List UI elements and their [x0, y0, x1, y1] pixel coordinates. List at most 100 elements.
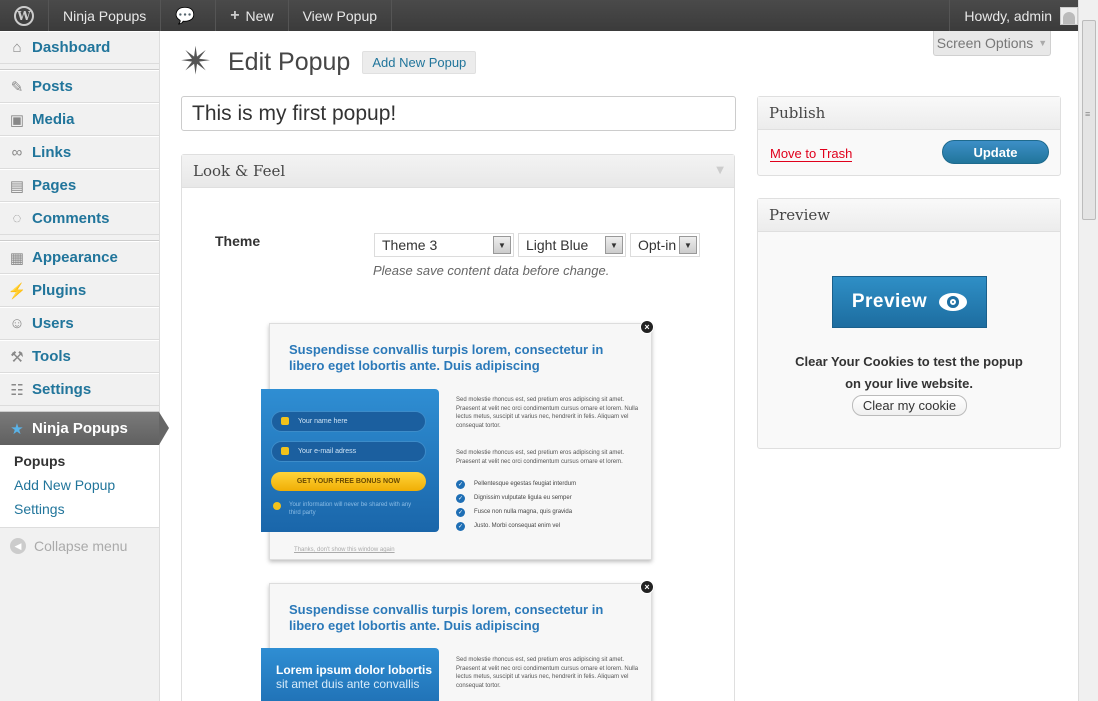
sidebar-item-label: Tools	[32, 348, 71, 365]
look-feel-title: Look & Feel	[193, 162, 286, 180]
comment-icon: ◌	[12, 210, 22, 227]
wordpress-logo-icon: W	[14, 5, 34, 26]
link-icon: ∞	[11, 144, 23, 161]
ninja-star-icon: ✴	[180, 41, 212, 83]
dropdown-arrow-icon: ▼	[605, 236, 623, 254]
plug-icon: ⚡	[7, 282, 27, 300]
sidebar-item-posts[interactable]: ✎ Posts	[0, 70, 159, 103]
site-name-link[interactable]: Ninja Popups	[49, 0, 162, 31]
preview-title: Preview	[769, 206, 831, 224]
bonus-button: GET YOUR FREE BONUS NOW	[271, 472, 426, 491]
sidebar-item-label: Appearance	[32, 249, 118, 266]
scrollbar-grip-icon: ≡	[1085, 109, 1091, 119]
name-field-label: Your name here	[298, 418, 348, 425]
sidebar-item-label: Media	[32, 111, 75, 128]
theme-preview-2[interactable]: × Suspendisse convallis turpis lorem, co…	[261, 580, 654, 701]
new-label: New	[245, 7, 274, 24]
collapse-menu-button[interactable]: ◀ Collapse menu	[0, 528, 159, 564]
check-icon: ✓	[456, 479, 465, 489]
sidebar-item-dashboard[interactable]: ⌂ Dashboard	[0, 31, 159, 64]
mail-icon	[281, 447, 289, 455]
sidebar-item-users[interactable]: ☺ Users	[0, 307, 159, 340]
vertical-scrollbar[interactable]: ≡	[1078, 0, 1098, 701]
sidebar-item-ninja-popups[interactable]: ★ Ninja Popups	[0, 412, 169, 445]
sidebar-item-tools[interactable]: ⚒ Tools	[0, 340, 159, 373]
collapse-menu-label: Collapse menu	[34, 538, 128, 554]
cookie-line-2: on your live website.	[845, 376, 973, 391]
sidebar-item-appearance[interactable]: ▦ Appearance	[0, 241, 159, 274]
sidebar-item-label: Ninja Popups	[32, 420, 128, 437]
check-icon: ✓	[456, 507, 465, 517]
move-to-trash-link[interactable]: Move to Trash	[770, 146, 853, 162]
preview-button[interactable]: Preview	[832, 276, 987, 328]
sidebar-item-media[interactable]: ▣ Media	[0, 103, 159, 136]
check-item: ✓ Fusce non nulla magna, quis gravida	[456, 507, 572, 517]
publish-title: Publish	[769, 104, 826, 122]
dashboard-icon: ⌂	[12, 39, 22, 56]
check-text: Pellentesque egestas feugiat interdum	[474, 481, 577, 487]
type-select[interactable]: Opt-in ▼	[630, 233, 700, 257]
look-feel-header[interactable]: Look & Feel ▼	[182, 155, 734, 188]
body-paragraph: Sed molestie rhoncus est, sed pretium er…	[456, 657, 639, 689]
submenu-item-popups[interactable]: Popups	[0, 449, 159, 473]
lorem-panel: Lorem ipsum dolor lobortis sit amet duis…	[261, 648, 439, 701]
popup-heading: Suspendisse convallis turpis lorem, cons…	[289, 342, 604, 373]
comment-bubble-icon: 💬	[175, 7, 196, 25]
submenu-item-settings[interactable]: Settings	[0, 497, 159, 521]
theme-label: Theme	[215, 233, 261, 249]
sidebar-item-pages[interactable]: ▤ Pages	[0, 169, 159, 202]
clear-cookie-button[interactable]: Clear my cookie	[852, 395, 967, 416]
toggle-arrow-icon[interactable]: ▼	[716, 165, 724, 176]
submenu-item-add-new-popup[interactable]: Add New Popup	[0, 473, 159, 497]
name-field: Your name here	[271, 411, 426, 432]
check-text: Fusce non nulla magna, quis gravida	[474, 509, 573, 515]
settings-icon: ☷	[10, 381, 24, 399]
sidebar-item-plugins[interactable]: ⚡ Plugins	[0, 274, 159, 307]
chevron-down-icon: ▼	[1038, 38, 1048, 48]
privacy-note: Your information will never be shared wi…	[271, 501, 421, 517]
sidebar-item-label: Users	[32, 315, 74, 332]
sidebar-item-label: Links	[32, 144, 72, 161]
sidebar-item-comments[interactable]: ◌ Comments	[0, 202, 159, 235]
body-paragraph: Sed molestie rhoncus est, sed pretium er…	[456, 450, 625, 465]
email-field-label: Your e-mail adress	[298, 448, 357, 455]
preview-button-label: Preview	[851, 291, 928, 312]
collapse-arrow-icon: ◀	[10, 538, 26, 554]
info-icon	[273, 502, 281, 510]
close-icon: ×	[640, 580, 654, 594]
update-button[interactable]: Update	[942, 140, 1049, 164]
screen-options-label: Screen Options	[936, 35, 1034, 51]
check-icon: ✓	[456, 493, 465, 503]
lorem-bold: Lorem ipsum dolor lobortis	[276, 663, 433, 677]
popup-title-input[interactable]	[181, 96, 736, 131]
publish-header: Publish	[758, 97, 1060, 130]
email-field: Your e-mail adress	[271, 441, 426, 462]
sidebar-item-links[interactable]: ∞ Links	[0, 136, 159, 169]
theme-select-value: Theme 3	[382, 237, 438, 253]
screen-options-button[interactable]: Screen Options ▼	[933, 31, 1051, 56]
sidebar-item-label: Posts	[32, 78, 73, 95]
preview-box: Preview Preview Clear Your Cookies to te…	[757, 198, 1061, 449]
avatar	[1060, 6, 1078, 25]
cookie-line-1: Clear Your Cookies to test the popup	[795, 354, 1023, 369]
color-select[interactable]: Light Blue ▼	[518, 233, 626, 257]
pages-icon: ▤	[9, 177, 25, 195]
sidebar-item-label: Plugins	[32, 282, 87, 299]
wp-logo-menu[interactable]: W	[0, 0, 49, 31]
new-content-link[interactable]: + New	[216, 0, 289, 31]
close-icon: ×	[640, 320, 654, 334]
comments-link[interactable]: 💬	[161, 0, 217, 31]
publish-box: Publish Move to Trash Update	[757, 96, 1061, 176]
eye-icon	[939, 293, 968, 311]
scrollbar-thumb[interactable]	[1082, 20, 1096, 220]
sidebar-item-settings[interactable]: ☷ Settings	[0, 373, 159, 406]
add-new-popup-button[interactable]: Add New Popup	[362, 50, 477, 74]
theme-preview-1[interactable]: × Suspendisse convallis turpis lorem, co…	[261, 320, 654, 560]
howdy-label: Howdy, admin	[964, 7, 1052, 24]
theme-select[interactable]: Theme 3 ▼	[374, 233, 514, 257]
look-feel-box: Look & Feel ▼ Theme Theme 3 ▼ Light Blue ▼ …	[181, 154, 735, 701]
my-account-menu[interactable]: Howdy, admin	[949, 0, 1098, 31]
view-popup-link[interactable]: View Popup	[289, 0, 393, 31]
popup-heading: Suspendisse convallis turpis lorem, cons…	[289, 602, 604, 633]
ninja-popups-submenu: Popups Add New Popup Settings	[0, 445, 159, 528]
